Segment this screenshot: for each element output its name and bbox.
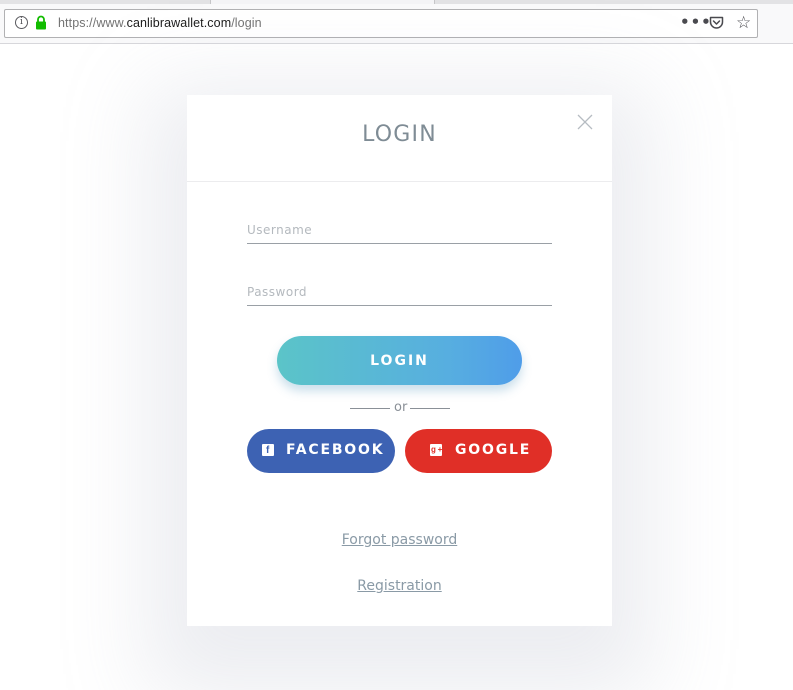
facebook-label: FACEBOOK xyxy=(286,442,385,458)
registration-link[interactable]: Registration xyxy=(187,578,612,594)
pocket-icon[interactable] xyxy=(709,16,724,30)
or-text: or xyxy=(394,400,408,415)
more-dots-icon[interactable]: ••• xyxy=(680,13,712,31)
password-input[interactable] xyxy=(247,279,552,305)
password-field xyxy=(247,279,552,306)
google-login-button[interactable]: g+ GOOGLE xyxy=(405,429,552,473)
modal-header: LOGIN xyxy=(187,95,612,182)
or-line-left xyxy=(350,408,390,409)
modal-title: LOGIN xyxy=(362,122,437,147)
url-domain: canlibrawallet.com xyxy=(126,16,232,30)
google-plus-icon: g+ xyxy=(430,444,445,456)
forgot-password-link[interactable]: Forgot password xyxy=(187,532,612,548)
google-label: GOOGLE xyxy=(455,442,532,458)
url-bar[interactable]: i https://www.canlibrawallet.com/login •… xyxy=(4,9,758,38)
login-button[interactable]: LOGIN xyxy=(277,336,522,385)
info-icon[interactable]: i xyxy=(15,16,28,29)
username-input[interactable] xyxy=(247,217,552,243)
lock-icon[interactable] xyxy=(35,15,47,30)
url-path: /login xyxy=(231,16,262,30)
username-field xyxy=(247,217,552,244)
url-text[interactable]: https://www.canlibrawallet.com/login xyxy=(58,16,262,30)
browser-toolbar: i https://www.canlibrawallet.com/login •… xyxy=(0,4,793,44)
login-modal: LOGIN LOGIN or f FACEBOOK g+ GOOGLE Forg… xyxy=(187,95,612,626)
bookmark-star-icon[interactable]: ☆ xyxy=(736,14,751,32)
facebook-icon: f xyxy=(262,444,274,456)
url-prefix: https://www. xyxy=(58,16,127,30)
or-line-right xyxy=(410,408,450,409)
facebook-login-button[interactable]: f FACEBOOK xyxy=(247,429,395,473)
or-divider: or xyxy=(350,400,450,418)
close-icon[interactable] xyxy=(576,113,594,131)
